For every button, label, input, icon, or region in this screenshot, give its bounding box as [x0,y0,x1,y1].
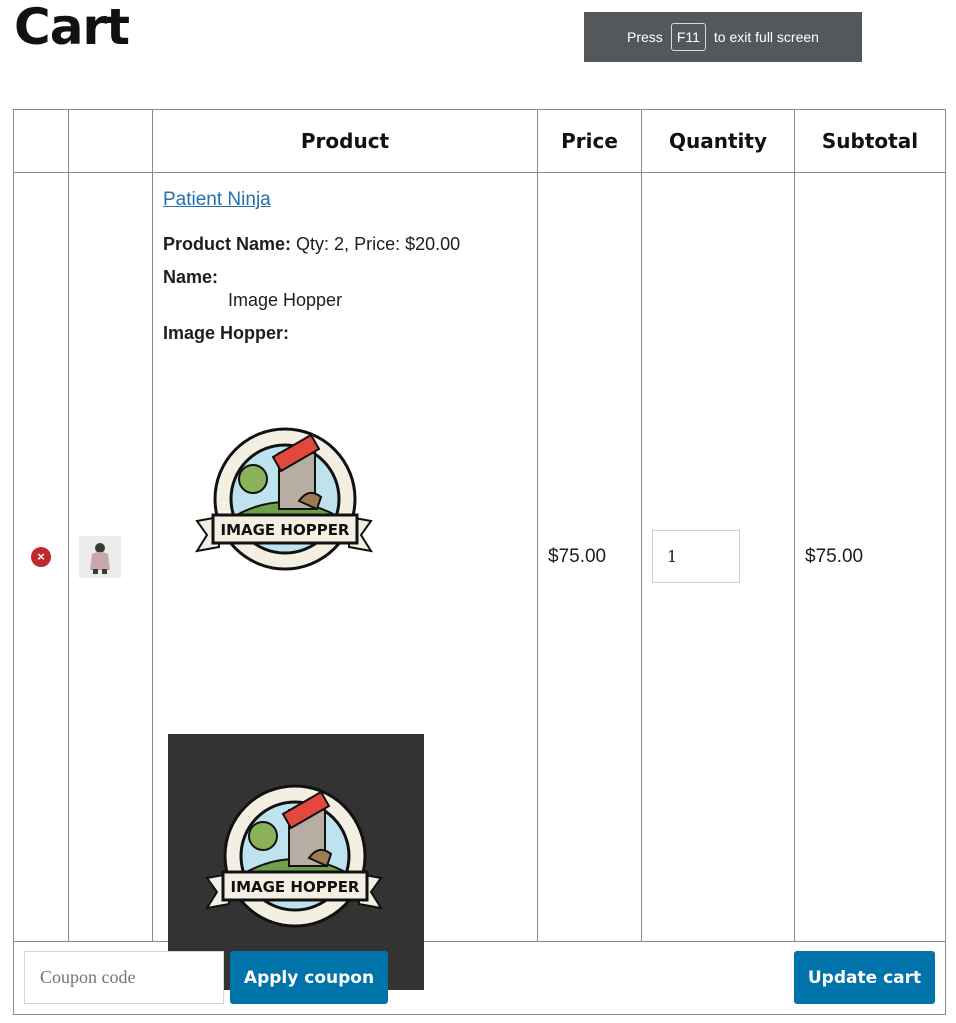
subtotal-cell: $75.00 [794,172,946,942]
cart-table: Product Price Quantity Subtotal × Patien… [13,109,946,1015]
product-thumbnail[interactable] [79,536,121,578]
image-hopper-logo: IMAGE HOPPER [194,427,374,571]
header-subtotal: Subtotal [794,109,946,173]
update-cart-button[interactable]: Update cart [794,951,935,1004]
product-name-meta-label: Product Name: [163,234,292,254]
actions-cell: Coupon code Apply coupon Update cart [13,941,946,1015]
image-hopper-meta-label: Image Hopper: [163,323,290,343]
product-name-meta: Product Name: Qty: 2, Price: $20.00 [163,233,527,256]
apply-coupon-button[interactable]: Apply coupon [230,951,388,1004]
name-meta-value: Image Hopper [228,290,343,310]
header-price: Price [537,109,642,173]
header-product: Product [152,109,538,173]
header-quantity: Quantity [641,109,795,173]
quantity-input[interactable]: 1 [652,529,740,583]
remove-cell: × [13,172,69,942]
fullscreen-notice-suffix: to exit full screen [713,29,819,45]
coupon-code-input[interactable]: Coupon code [24,951,224,1004]
page-title: Cart [14,0,130,56]
cart-actions-row: Coupon code Apply coupon Update cart [13,941,946,1015]
product-name-link[interactable]: Patient Ninja [163,189,271,211]
header-thumbnail [68,109,153,173]
fullscreen-notice: Press F11 to exit full screen [584,12,862,62]
quantity-cell: 1 [641,172,795,942]
product-name-meta-value: Qty: 2, Price: $20.00 [296,234,461,254]
logo-text: IMAGE HOPPER [221,521,350,539]
thumbnail-cell [68,172,153,942]
name-meta-label: Name: [163,267,219,287]
table-header-row: Product Price Quantity Subtotal [13,109,946,173]
price-cell: $75.00 [537,172,642,942]
remove-item-icon[interactable]: × [31,547,51,567]
preview-logo-text: IMAGE HOPPER [231,878,360,896]
product-cell: Patient Ninja Product Name: Qty: 2, Pric… [152,172,538,990]
header-remove [13,109,69,173]
fullscreen-notice-prefix: Press [627,29,663,45]
f11-key: F11 [670,23,706,51]
image-hopper-preview-logo: IMAGE HOPPER [204,784,384,928]
cart-item-row: × Patient Ninja Product Name: Qty: 2, Pr… [13,172,946,990]
